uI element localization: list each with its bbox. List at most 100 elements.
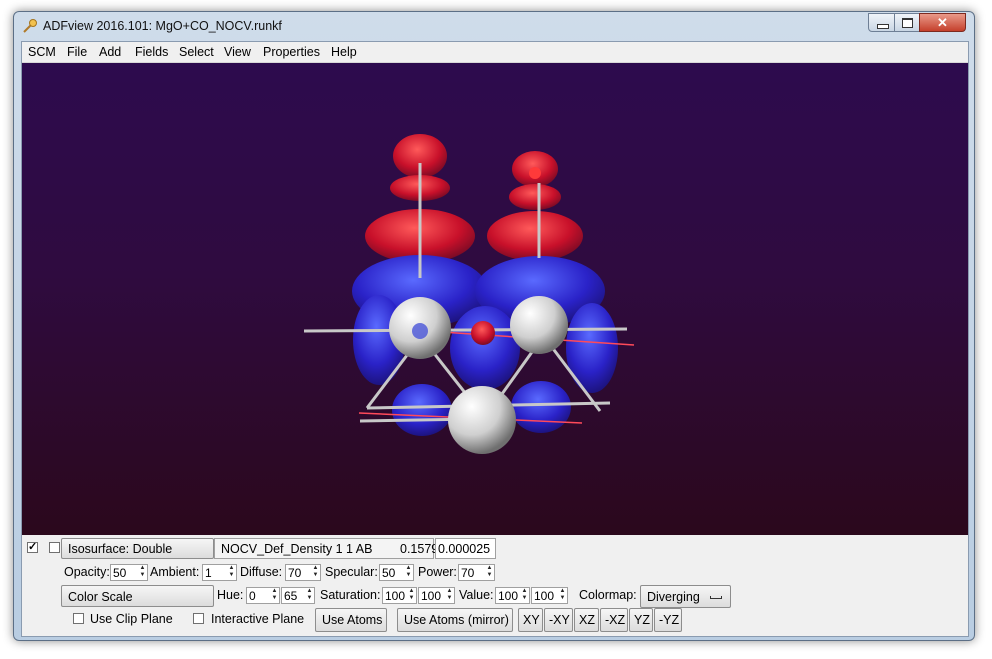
orientation-neg-yz-button[interactable]: -YZ	[654, 608, 682, 632]
opacity-spinbox[interactable]: 50 ▲ ▼	[110, 564, 148, 581]
use-clip-plane-label: Use Clip Plane	[90, 612, 173, 626]
isosurface-type-label: Isosurface: Double	[68, 542, 173, 556]
atom-sphere[interactable]	[412, 323, 428, 339]
blue-lobe	[450, 306, 520, 390]
spin-arrows-icon[interactable]: ▲ ▼	[270, 588, 279, 603]
hue-min-spinbox[interactable]: 0 ▲ ▼	[246, 587, 280, 604]
blue-lobe	[566, 303, 618, 393]
atom-sphere[interactable]	[529, 167, 541, 179]
ambient-label: Ambient:	[150, 565, 200, 579]
use-clip-plane-checkbox[interactable]	[73, 613, 84, 624]
menu-scm[interactable]: SCM	[28, 45, 56, 59]
maximize-icon	[902, 18, 913, 28]
hue-label: Hue:	[217, 588, 244, 602]
iso-value: 0.000025	[438, 542, 491, 556]
3d-viewport[interactable]	[22, 63, 968, 535]
maximize-button[interactable]	[894, 13, 920, 32]
client-area: SCM File Add Fields Select View Properti…	[21, 41, 969, 637]
iso-value-input[interactable]: 0.000025	[435, 538, 496, 559]
orientation-yz-label: YZ	[634, 613, 650, 627]
diffuse-spinbox[interactable]: 70 ▲ ▼	[285, 564, 321, 581]
saturation-max-value: 100	[421, 589, 442, 603]
spin-arrows-icon[interactable]: ▲ ▼	[404, 565, 413, 580]
atom-sphere[interactable]	[448, 386, 516, 454]
title-bar[interactable]: ADFview 2016.101: MgO+CO_NOCV.runkf ✕	[14, 12, 974, 40]
isosurface-type-button[interactable]: Isosurface: Double	[61, 538, 214, 559]
blue-lobe	[392, 384, 452, 436]
orientation-yz-button[interactable]: YZ	[629, 608, 653, 632]
use-atoms-mirror-button[interactable]: Use Atoms (mirror)	[397, 608, 513, 632]
spin-arrows-icon[interactable]: ▲ ▼	[520, 588, 529, 603]
field-name-box[interactable]: NOCV_Def_Density 1 1 AB 0.1579	[214, 538, 438, 559]
use-atoms-mirror-label: Use Atoms (mirror)	[404, 613, 509, 627]
spin-arrows-icon[interactable]: ▲ ▼	[138, 565, 147, 580]
opacity-label: Opacity:	[64, 565, 110, 579]
atom-sphere[interactable]	[471, 321, 495, 345]
ambient-spinbox[interactable]: 1 ▲ ▼	[202, 564, 237, 581]
ambient-value: 1	[205, 566, 212, 580]
interactive-plane-label: Interactive Plane	[211, 612, 305, 626]
saturation-max-spinbox[interactable]: 100 ▲ ▼	[418, 587, 455, 604]
field-visible-checkbox[interactable]: ✓	[27, 541, 38, 553]
colormap-value: Diverging	[647, 590, 700, 604]
colormap-dropdown[interactable]: Diverging	[640, 585, 731, 608]
spin-arrows-icon[interactable]: ▲ ▼	[311, 565, 320, 580]
orientation-xy-button[interactable]: XY	[518, 608, 543, 632]
color-scale-button[interactable]: Color Scale	[61, 585, 214, 607]
saturation-label: Saturation:	[320, 588, 381, 602]
orientation-xz-button[interactable]: XZ	[574, 608, 599, 632]
value-max-value: 100	[534, 589, 555, 603]
spin-arrows-icon[interactable]: ▲ ▼	[227, 565, 236, 580]
menu-bar: SCM File Add Fields Select View Properti…	[22, 42, 968, 63]
spin-arrows-icon[interactable]: ▲ ▼	[445, 588, 454, 603]
saturation-min-spinbox[interactable]: 100 ▲ ▼	[382, 587, 417, 604]
minimize-button[interactable]	[868, 13, 895, 32]
menu-fields[interactable]: Fields	[135, 45, 168, 59]
menu-properties[interactable]: Properties	[263, 45, 320, 59]
adfview-app-icon	[23, 19, 37, 33]
use-atoms-label: Use Atoms	[322, 613, 383, 627]
diffuse-label: Diffuse:	[240, 565, 283, 579]
red-lobe	[509, 184, 561, 210]
power-label: Power:	[418, 565, 457, 579]
field-select-checkbox[interactable]	[49, 542, 60, 553]
blue-lobe	[511, 381, 571, 433]
value-min-spinbox[interactable]: 100 ▲ ▼	[495, 587, 530, 604]
orientation-neg-xz-button[interactable]: -XZ	[600, 608, 628, 632]
menu-file[interactable]: File	[67, 45, 87, 59]
value-max-spinbox[interactable]: 100 ▲ ▼	[531, 587, 568, 604]
field-control-panel: ✓ Isosurface: Double NOCV_Def_Density 1 …	[22, 535, 968, 636]
specular-spinbox[interactable]: 50 ▲ ▼	[379, 564, 414, 581]
atom-sphere[interactable]	[510, 296, 568, 354]
menu-add[interactable]: Add	[99, 45, 121, 59]
power-spinbox[interactable]: 70 ▲ ▼	[458, 564, 495, 581]
orientation-neg-yz-label: -YZ	[659, 613, 680, 627]
value-label: Value:	[459, 588, 494, 602]
color-scale-label: Color Scale	[68, 590, 133, 604]
specular-value: 50	[382, 566, 396, 580]
use-atoms-button[interactable]: Use Atoms	[315, 608, 387, 632]
power-value: 70	[461, 566, 475, 580]
colormap-label: Colormap:	[579, 588, 637, 602]
orientation-neg-xy-label: -XY	[549, 613, 570, 627]
menu-help[interactable]: Help	[331, 45, 357, 59]
spin-arrows-icon[interactable]: ▲ ▼	[558, 588, 567, 603]
spin-arrows-icon[interactable]: ▲ ▼	[305, 588, 314, 603]
menu-view[interactable]: View	[224, 45, 251, 59]
interactive-plane-checkbox[interactable]	[193, 613, 204, 624]
close-button[interactable]: ✕	[919, 13, 966, 32]
specular-label: Specular:	[325, 565, 378, 579]
molecule-scene[interactable]	[22, 63, 968, 535]
hue-max-value: 65	[284, 589, 298, 603]
hue-max-spinbox[interactable]: 65 ▲ ▼	[281, 587, 315, 604]
spin-arrows-icon[interactable]: ▲ ▼	[485, 565, 494, 580]
window-title: ADFview 2016.101: MgO+CO_NOCV.runkf	[43, 19, 282, 33]
value-min-value: 100	[498, 589, 519, 603]
red-lobe	[487, 211, 583, 261]
menu-select[interactable]: Select	[179, 45, 214, 59]
minimize-icon	[877, 24, 889, 29]
close-icon: ✕	[937, 15, 948, 30]
field-value: 0.1579	[400, 542, 439, 556]
spin-arrows-icon[interactable]: ▲ ▼	[407, 588, 416, 603]
orientation-neg-xy-button[interactable]: -XY	[544, 608, 573, 632]
